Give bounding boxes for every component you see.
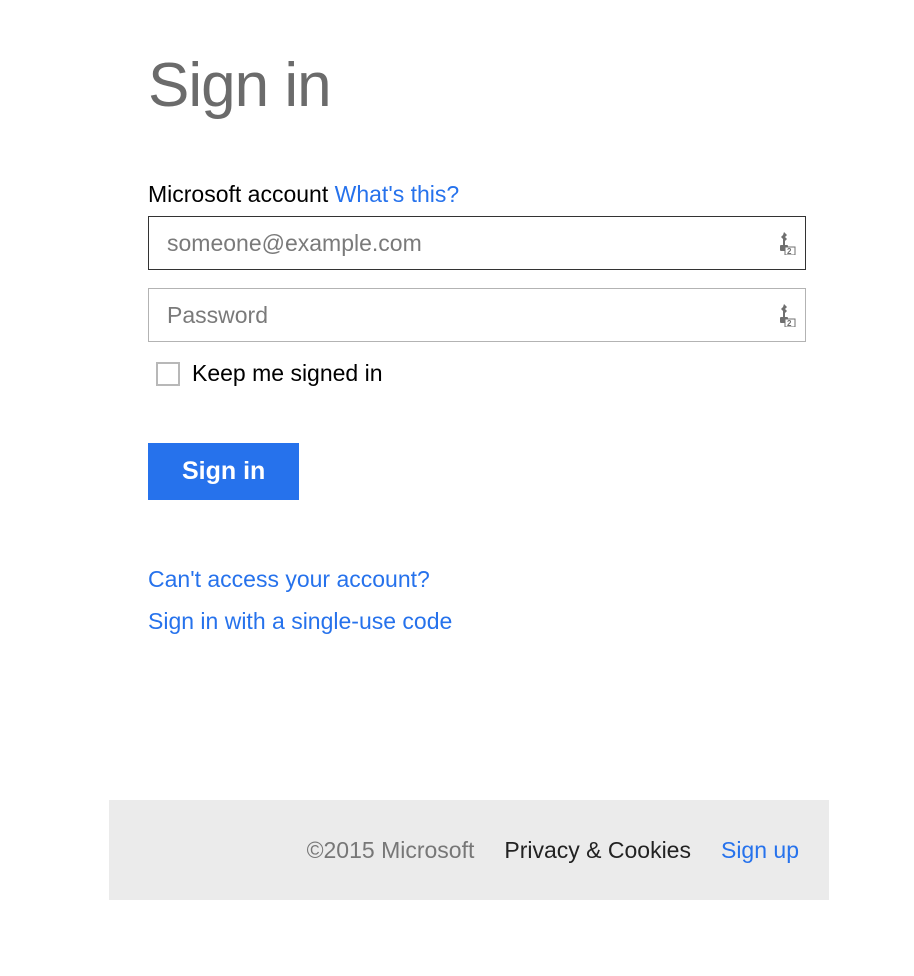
whats-this-link[interactable]: What's this? [335,181,460,207]
email-input[interactable] [148,216,806,270]
account-label-row: Microsoft account What's this? [148,181,806,208]
keep-signed-in-row: Keep me signed in [148,360,806,387]
privacy-cookies-link[interactable]: Privacy & Cookies [504,837,691,864]
page-title: Sign in [148,50,806,121]
copyright-text: ©2015 Microsoft [307,837,475,864]
password-input[interactable] [148,288,806,342]
cant-access-account-link[interactable]: Can't access your account? [148,566,430,594]
account-label: Microsoft account [148,181,328,207]
footer: ©2015 Microsoft Privacy & Cookies Sign u… [109,800,829,900]
sign-in-button[interactable]: Sign in [148,443,299,500]
keep-signed-in-label: Keep me signed in [192,360,383,387]
keep-signed-in-checkbox[interactable] [156,362,180,386]
sign-up-link[interactable]: Sign up [721,837,799,864]
single-use-code-link[interactable]: Sign in with a single-use code [148,608,452,636]
